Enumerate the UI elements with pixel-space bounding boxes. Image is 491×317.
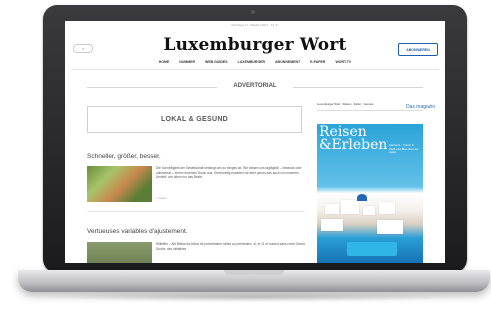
travel-ad-image[interactable]: Reisen &Erleben Santorini – Traum in Wei… bbox=[317, 124, 423, 263]
laptop-base bbox=[18, 270, 490, 292]
subscribe-button[interactable]: ABONNIEREN bbox=[398, 43, 438, 56]
article-teaser: Willeitbe – Allt Bellas les tribus de pr… bbox=[156, 242, 306, 251]
header-divider bbox=[71, 69, 439, 70]
article-row[interactable]: Die Schnelligkeit der Gesellschaft verla… bbox=[87, 166, 305, 202]
advertorial-label: ADVERTORIAL bbox=[233, 83, 277, 89]
camera bbox=[251, 10, 255, 14]
nav-item-web-guides[interactable]: WEB GUIDES bbox=[205, 60, 228, 64]
nav-item-wort-tv[interactable]: WORT.TV bbox=[335, 60, 351, 64]
read-more-link[interactable]: > Lesen bbox=[156, 196, 167, 200]
white-house bbox=[363, 206, 375, 215]
lokal-gesund-box[interactable]: LOKAL & GESUND bbox=[87, 106, 302, 133]
article-title[interactable]: Vertueuses variables d'ajustement. bbox=[87, 228, 188, 235]
white-house bbox=[379, 202, 395, 214]
pool bbox=[347, 242, 397, 256]
nav-item-e-paper[interactable]: E-PAPER bbox=[310, 60, 325, 64]
article-divider bbox=[87, 211, 305, 212]
advertorial-line-right bbox=[293, 87, 423, 88]
article-teaser: Die Schnelligkeit der Gesellschaft verla… bbox=[156, 166, 302, 180]
article-row[interactable]: Willeitbe – Allt Bellas les tribus de pr… bbox=[87, 242, 306, 263]
ad-promo-text: Santorini – Traum in Weiß und Blau über … bbox=[389, 143, 419, 155]
ad-title-line2: &Erleben bbox=[319, 137, 388, 153]
nav-item-nummer[interactable]: NUMMER bbox=[179, 60, 195, 64]
top-date-line: Dienstag, 17. Oktober 2017 · 12 °C bbox=[231, 23, 279, 27]
ad-title: Reisen &Erleben bbox=[319, 125, 388, 153]
main-nav: HOME NUMMER WEB GUIDES LUXEMBURGER ABONN… bbox=[65, 60, 445, 64]
base-notch bbox=[224, 270, 284, 275]
site-logo[interactable]: Luxemburger Wort bbox=[65, 35, 445, 55]
white-house bbox=[325, 204, 339, 214]
browser-screen: Dienstag, 17. Oktober 2017 · 12 °C ≡ Lux… bbox=[65, 21, 445, 263]
nav-item-home[interactable]: HOME bbox=[159, 60, 170, 64]
nav-item-abonnement[interactable]: ABONNEMENT bbox=[275, 60, 300, 64]
article-title[interactable]: Schneller, größer, besser. bbox=[87, 153, 161, 160]
white-house bbox=[341, 200, 359, 214]
article-thumbnail[interactable] bbox=[87, 242, 152, 263]
das-magazin-logo: Das magazin bbox=[406, 104, 436, 110]
blue-dome bbox=[357, 194, 367, 201]
article-thumbnail[interactable] bbox=[87, 166, 152, 202]
nav-item-luxemburger[interactable]: LUXEMBURGER bbox=[238, 60, 265, 64]
floor-shadow bbox=[40, 292, 470, 302]
white-house bbox=[321, 219, 343, 231]
white-house bbox=[377, 220, 403, 234]
